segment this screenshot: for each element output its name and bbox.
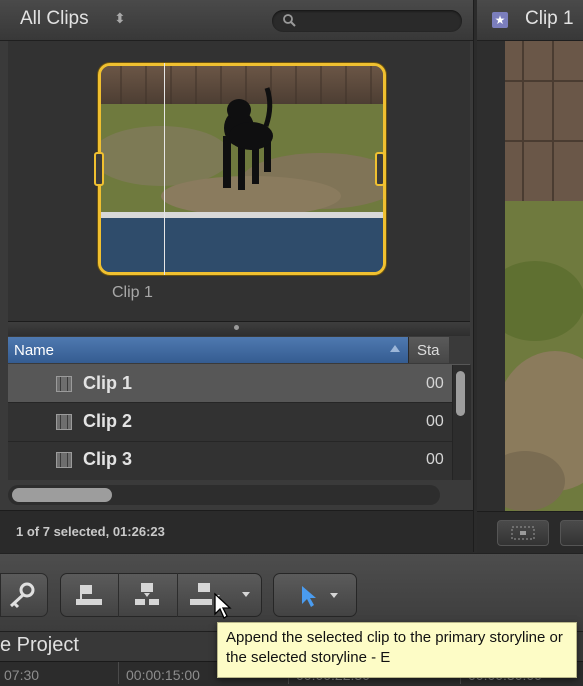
thumbnail-audio-area — [101, 218, 383, 272]
clip-name: Clip 2 — [83, 411, 133, 431]
chevron-down-icon — [242, 592, 250, 597]
clip-name: Clip 1 — [83, 373, 133, 393]
timecode-label: 00:00:15:00 — [126, 667, 200, 683]
viewer-video-frame[interactable] — [505, 41, 583, 511]
library-filter-title[interactable]: All Clips — [20, 8, 89, 30]
tool-selector-button[interactable] — [273, 573, 357, 617]
film-icon — [56, 376, 72, 392]
selection-status: 1 of 7 selected, 01:26:23 — [16, 524, 165, 539]
tooltip-text: Append the selected clip to the primary … — [226, 629, 563, 666]
star-icon: ★ — [492, 12, 508, 28]
search-icon — [283, 14, 296, 27]
clip-name: Clip 3 — [83, 449, 133, 469]
insert-clip-button[interactable] — [119, 573, 177, 615]
column-start-label: Sta — [417, 342, 440, 359]
dog-video-frame — [101, 66, 383, 218]
list-row-clip-3[interactable] — [8, 442, 470, 480]
connect-clip-button[interactable] — [60, 573, 118, 615]
list-row-clip-1[interactable] — [8, 364, 470, 402]
sort-ascending-icon — [390, 345, 400, 352]
edit-options-dropdown[interactable] — [234, 573, 260, 615]
thumbnail-label: Clip 1 — [112, 284, 153, 301]
mouse-cursor-icon — [214, 592, 232, 619]
search-field[interactable] — [272, 10, 462, 32]
skimmer-playhead[interactable] — [164, 63, 165, 275]
insert-clip-icon — [135, 583, 159, 605]
ruler-tick — [118, 662, 119, 684]
vertical-scroll-thumb[interactable] — [456, 371, 465, 416]
pane-divider[interactable] — [8, 321, 470, 336]
viewer-enhance-button[interactable] — [560, 520, 583, 546]
key-icon — [9, 582, 35, 609]
clip-thumbnail[interactable] — [98, 63, 386, 275]
clip-start: 00 — [426, 375, 444, 392]
list-row-clip-2[interactable] — [8, 403, 470, 441]
frame-icon — [511, 526, 535, 540]
film-icon — [56, 414, 72, 430]
column-name-label: Name — [14, 342, 55, 359]
trim-handle-right[interactable] — [375, 152, 385, 186]
keyword-button[interactable] — [0, 573, 48, 617]
viewer-fit-button[interactable] — [497, 520, 549, 546]
connect-clip-icon — [76, 585, 102, 605]
divider-grip-icon — [234, 325, 239, 330]
library-filter-arrows-icon[interactable]: ⬍ — [114, 10, 126, 27]
project-title: e Project — [0, 634, 79, 656]
horizontal-scroll-thumb[interactable] — [12, 488, 112, 502]
select-tool-arrow-icon — [302, 586, 338, 607]
clip-start: 00 — [426, 413, 444, 430]
film-icon — [56, 452, 72, 468]
timecode-label: 07:30 — [4, 667, 40, 683]
list-column-header-name[interactable] — [8, 337, 408, 363]
viewer-title: Clip 1 — [525, 8, 574, 29]
trim-handle-left[interactable] — [94, 152, 104, 186]
clip-start: 00 — [426, 451, 444, 468]
